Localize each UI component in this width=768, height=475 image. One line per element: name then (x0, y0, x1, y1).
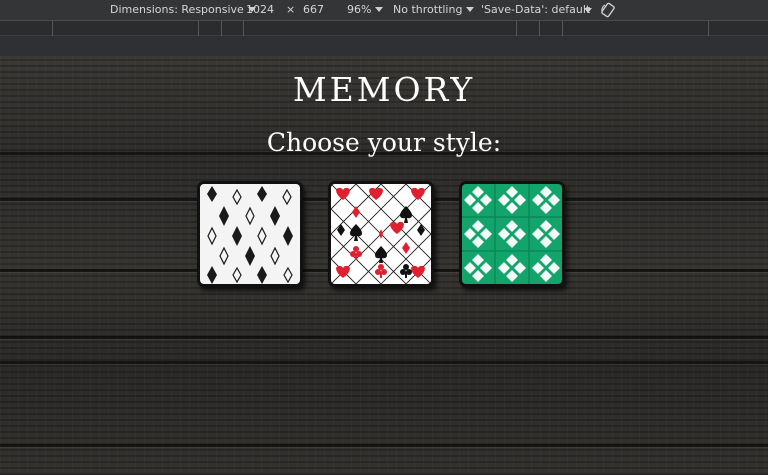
style-option-card-suits[interactable] (328, 181, 434, 287)
throttling-label: No throttling (393, 3, 463, 16)
diamonds-pattern-icon (207, 186, 293, 284)
ruler-gap (0, 36, 768, 56)
dimensions-dropdown[interactable]: Dimensions: Responsive (110, 3, 256, 16)
style-option-diamonds[interactable] (197, 181, 303, 287)
times-sign: × (286, 3, 296, 16)
chevron-down-icon (375, 7, 384, 12)
devtools-toolbar: Dimensions: Responsive 1024 × 667 96% No… (0, 0, 768, 21)
plank-seam (0, 361, 768, 364)
zoom-label: 96% (347, 3, 372, 16)
chevron-down-icon (466, 7, 475, 12)
ruler-tick (539, 21, 540, 36)
style-option-green-argyle[interactable] (459, 181, 565, 287)
page-subtitle: Choose your style: (266, 128, 502, 157)
ruler-tick (221, 21, 222, 36)
media-query-ruler[interactable] (0, 21, 768, 36)
ruler-tick (562, 21, 563, 36)
plank-seam (0, 336, 768, 339)
ruler-tick (708, 21, 709, 36)
throttling-dropdown[interactable]: No throttling (393, 3, 475, 16)
save-data-label: 'Save-Data': default (481, 3, 591, 16)
save-data-dropdown[interactable]: 'Save-Data': default (481, 3, 590, 16)
ruler-tick (198, 21, 199, 36)
rotate-icon[interactable] (600, 2, 616, 21)
green-argyle-pattern-icon (462, 184, 562, 284)
ruler-tick (516, 21, 517, 36)
zoom-dropdown[interactable]: 96% (347, 3, 384, 16)
width-input[interactable]: 1024 (246, 3, 274, 16)
chevron-down-icon[interactable] (584, 8, 592, 13)
height-input[interactable]: 667 (303, 3, 324, 16)
card-suits-pattern-icon (331, 184, 431, 284)
page-title: MEMORY (292, 70, 476, 109)
game-page: MEMORY Choose your style: (0, 56, 768, 475)
ruler-tick (243, 21, 244, 36)
plank-seam (0, 444, 768, 447)
ruler-tick (52, 21, 53, 36)
dimensions-label: Dimensions: Responsive (110, 3, 244, 16)
